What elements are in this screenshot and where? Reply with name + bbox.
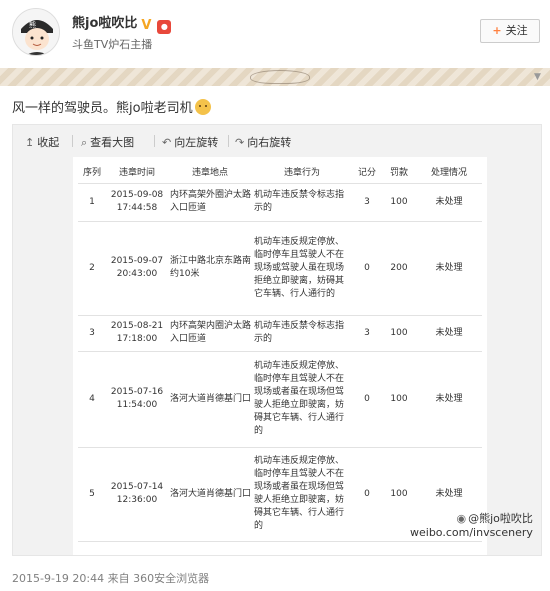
view-large-button[interactable]: ⌕ 查看大图	[81, 134, 134, 150]
cell-act: 机动车违反规定停放、临时停车且驾驶人不在现场或者虽在现场但驾驶人拒绝立即驶离，妨…	[252, 351, 352, 448]
cell-points: 0	[352, 351, 382, 448]
column-header: 违章时间	[106, 161, 168, 184]
cell-place: 洛河大道肖德基门口	[168, 351, 252, 448]
table-header-row: 序列 违章时间 违章地点 违章行为 记分 罚款 处理情况	[78, 161, 482, 184]
collapse-button[interactable]: ↥ 收起	[25, 134, 59, 150]
cell-no: 4	[78, 351, 106, 448]
cell-time: 2015-09-07 20:43:00	[106, 221, 168, 316]
cell-fine: 200	[382, 221, 416, 316]
rotate-left-label: 向左旋转	[174, 136, 219, 149]
toolbar-divider	[72, 135, 73, 147]
weibo-logo-icon: ◉	[456, 512, 467, 525]
collapse-label: 收起	[37, 136, 60, 149]
avatar-cartoon-icon: 熊	[13, 9, 59, 55]
post-text: 风一样的驾驶员。熊jo啦老司机	[12, 97, 211, 116]
collapse-arrow-icon: ↥	[25, 136, 35, 149]
plus-icon: +	[492, 24, 502, 37]
magnifier-icon: ⌕	[81, 136, 88, 149]
cell-fine: 100	[382, 183, 416, 222]
cell-act: 机动车违反规定停放、临时停车且驾驶人不在现场或驾驶人虽在现场拒绝立即驶离，妨碍其…	[252, 221, 352, 316]
cell-no: 5	[78, 447, 106, 542]
watermark-handle: @熊jo啦吹比	[468, 512, 533, 525]
rotate-right-button[interactable]: ↷ 向右旋转	[235, 134, 291, 150]
watermark-url: weibo.com/invscenery	[410, 526, 533, 539]
violation-table: 序列 违章时间 违章地点 违章行为 记分 罚款 处理情况 1 2015-09-0…	[78, 161, 482, 542]
cell-time: 2015-07-14 12:36:00	[106, 447, 168, 542]
column-header: 违章行为	[252, 161, 352, 184]
cell-fine: 100	[382, 315, 416, 352]
column-header: 记分	[352, 161, 382, 184]
cell-time: 2015-09-08 17:44:58	[106, 183, 168, 222]
cell-points: 3	[352, 315, 382, 352]
rotate-left-icon: ↶	[162, 136, 172, 149]
media-toolbar: ↥ 收起 ⌕ 查看大图 ↶ 向左旋转 ↷ 向右旋转	[13, 125, 541, 157]
table-row: 1 2015-09-08 17:44:58 内环高架外圈沪太路入口匝道 机动车违…	[78, 183, 482, 222]
table-row: 2 2015-09-07 20:43:00 浙江中路北京东路南约10米 机动车违…	[78, 221, 482, 316]
table-row: 3 2015-08-21 17:18:00 内环高架内圈沪太路入口匝道 机动车违…	[78, 315, 482, 352]
cell-status: 未处理	[416, 351, 482, 448]
cell-status: 未处理	[416, 183, 482, 222]
table-row: 4 2015-07-16 11:54:00 洛河大道肖德基门口 机动车违反规定停…	[78, 351, 482, 448]
view-large-label: 查看大图	[90, 136, 135, 149]
column-header: 处理情况	[416, 161, 482, 184]
rotate-left-button[interactable]: ↶ 向左旋转	[162, 134, 218, 150]
rotate-right-label: 向右旋转	[247, 136, 292, 149]
cell-place: 浙江中路北京东路南约10米	[168, 221, 252, 316]
cell-place: 洛河大道肖德基门口	[168, 447, 252, 542]
toolbar-divider	[154, 135, 155, 147]
weibo-watermark: ◉ @熊jo啦吹比 weibo.com/invscenery	[410, 512, 533, 540]
cell-place: 内环高架内圈沪太路入口匝道	[168, 315, 252, 352]
post-meta[interactable]: 2015-9-19 20:44 来自 360安全浏览器	[12, 570, 209, 586]
cell-status: 未处理	[416, 221, 482, 316]
follow-label: 关注	[505, 24, 528, 37]
post-header: 熊 熊jo啦吹比 V ● 斗鱼TV炉石主播 + 关注	[0, 0, 550, 68]
cell-place: 内环高架外圈沪太路入口匝道	[168, 183, 252, 222]
verified-icon: V	[141, 18, 152, 33]
avatar[interactable]: 熊	[12, 8, 60, 56]
cell-act: 机动车违反禁令标志指示的	[252, 183, 352, 222]
cell-no: 2	[78, 221, 106, 316]
dog-emoji-icon	[194, 99, 211, 115]
post-body: 风一样的驾驶员。熊jo啦老司机	[12, 101, 193, 116]
column-header: 罚款	[382, 161, 416, 184]
banner-decoration	[250, 70, 310, 84]
cell-points: 0	[352, 447, 382, 542]
cell-fine: 100	[382, 351, 416, 448]
cell-act: 机动车违反规定停放、临时停车且驾驶人不在现场或者虽在现场但驾驶人拒绝立即驶离，妨…	[252, 447, 352, 542]
cell-points: 3	[352, 183, 382, 222]
cell-no: 1	[78, 183, 106, 222]
cell-status: 未处理	[416, 315, 482, 352]
member-badge-icon: ●	[157, 20, 172, 34]
rotate-right-icon: ↷	[235, 136, 245, 149]
cell-time: 2015-07-16 11:54:00	[106, 351, 168, 448]
cell-act: 机动车违反禁令标志指示的	[252, 315, 352, 352]
cell-no: 3	[78, 315, 106, 352]
username[interactable]: 熊jo啦吹比 V ●	[72, 12, 172, 34]
user-description: 斗鱼TV炉石主播	[72, 38, 153, 51]
chevron-down-icon[interactable]: ▼	[534, 72, 541, 82]
username-text[interactable]: 熊jo啦吹比	[72, 16, 137, 31]
violation-screenshot[interactable]: 序列 违章时间 违章地点 违章行为 记分 罚款 处理情况 1 2015-09-0…	[73, 157, 487, 555]
cell-time: 2015-08-21 17:18:00	[106, 315, 168, 352]
watermark-line1: ◉ @熊jo啦吹比	[410, 512, 533, 526]
svg-text:熊: 熊	[29, 20, 36, 29]
follow-button[interactable]: + 关注	[480, 19, 540, 43]
media-viewer: ↥ 收起 ⌕ 查看大图 ↶ 向左旋转 ↷ 向右旋转 序列 违章时间 违章地点 违章行为 …	[12, 124, 542, 556]
column-header: 序列	[78, 161, 106, 184]
cell-points: 0	[352, 221, 382, 316]
toolbar-divider	[228, 135, 229, 147]
column-header: 违章地点	[168, 161, 252, 184]
